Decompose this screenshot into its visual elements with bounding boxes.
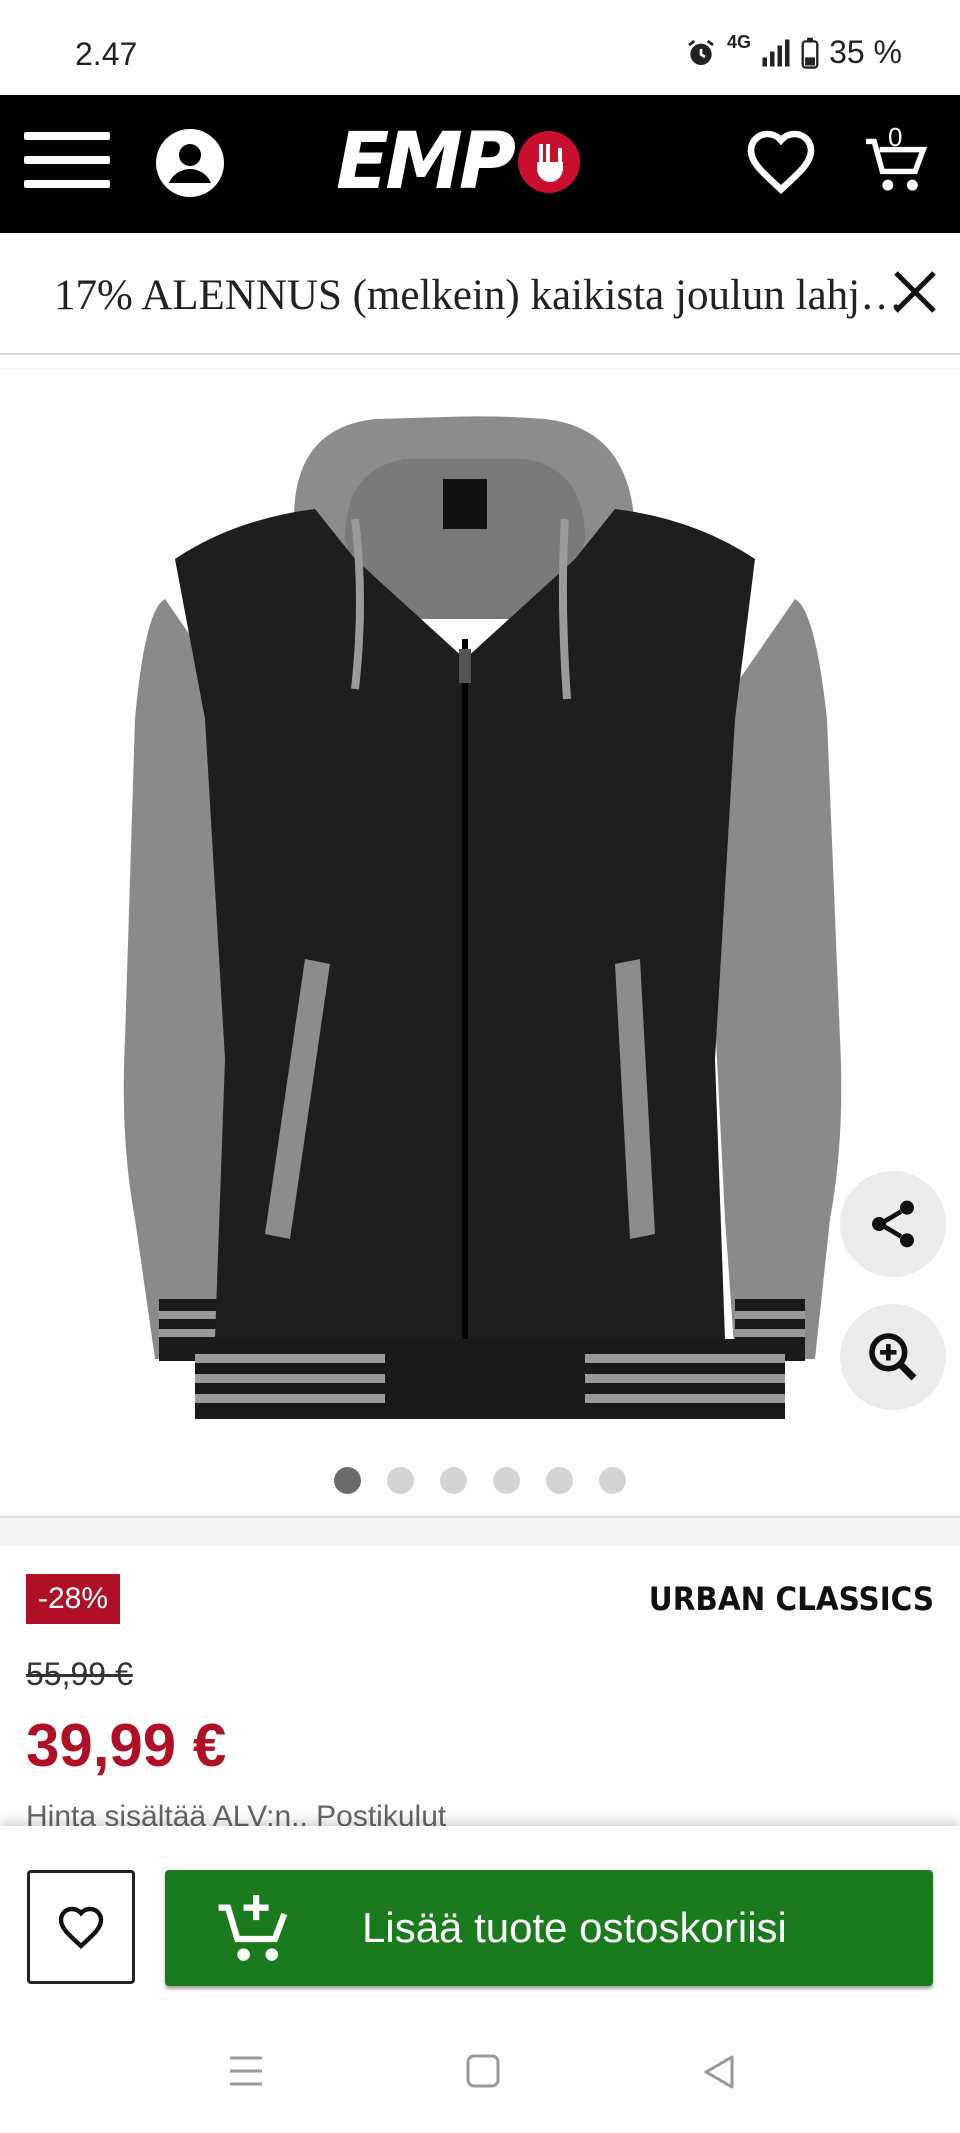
status-bar: 2.47 4G 35 % <box>0 0 960 95</box>
heart-icon <box>58 1906 104 1949</box>
close-icon[interactable] <box>892 269 938 320</box>
brand-logo[interactable]: URBAN CLASSICS <box>649 1580 934 1618</box>
gallery-dot[interactable] <box>334 1467 361 1494</box>
battery-icon <box>801 37 819 69</box>
old-price: 55,99 € <box>26 1656 133 1692</box>
nav-recents-icon[interactable] <box>228 2054 264 2088</box>
gallery-dot[interactable] <box>387 1467 414 1494</box>
add-to-cart-button[interactable]: Lisää tuote ostoskoriisi <box>165 1870 933 1986</box>
vat-info: Hinta sisältää ALV:n., Postikulut <box>26 1800 447 1826</box>
add-to-cart-label: Lisää tuote ostoskoriisi <box>362 1904 787 1951</box>
wishlist-heart-icon[interactable] <box>745 128 817 194</box>
add-to-cart-icon <box>218 1895 288 1961</box>
product-image[interactable] <box>115 399 845 1439</box>
zoom-button[interactable] <box>840 1304 946 1410</box>
add-to-cart-bar: Lisää tuote ostoskoriisi <box>0 1826 960 2016</box>
product-info: -28% URBAN CLASSICS 55,99 € 39,99 € Hint… <box>0 1546 960 1826</box>
promo-banner[interactable]: 17% ALENNUS (melkein) kaikista joulun la… <box>0 233 960 355</box>
gallery-pagination <box>0 1467 960 1494</box>
status-time: 2.47 <box>75 36 138 72</box>
battery-level: 35 % <box>829 34 902 70</box>
alarm-icon <box>688 39 714 65</box>
product-gallery[interactable] <box>0 368 960 1517</box>
menu-icon[interactable] <box>22 128 112 192</box>
signal-icon <box>762 39 790 66</box>
current-price: 39,99 € <box>26 1712 227 1779</box>
account-icon[interactable] <box>155 128 225 198</box>
nav-back-icon[interactable] <box>702 2054 736 2090</box>
system-nav-bar <box>0 2016 960 2133</box>
site-logo[interactable]: EMP <box>336 117 581 207</box>
section-divider <box>0 1516 960 1546</box>
gallery-dot[interactable] <box>546 1467 573 1494</box>
zoom-in-icon <box>869 1333 917 1381</box>
share-icon <box>872 1200 914 1248</box>
add-to-wishlist-button[interactable] <box>27 1870 135 1984</box>
gallery-dot[interactable] <box>599 1467 626 1494</box>
gallery-dot[interactable] <box>440 1467 467 1494</box>
status-icons: 4G 35 % <box>685 32 902 71</box>
network-indicator: 4G <box>727 32 752 52</box>
nav-home-icon[interactable] <box>466 2054 500 2088</box>
promo-text: 17% ALENNUS (melkein) kaikista joulun la… <box>54 272 904 319</box>
gallery-dot[interactable] <box>493 1467 520 1494</box>
logo-text: EMP <box>336 117 516 207</box>
discount-badge: -28% <box>26 1574 121 1624</box>
logo-horns-icon <box>518 131 581 193</box>
cart-count: 0 <box>888 122 903 152</box>
share-button[interactable] <box>840 1171 946 1277</box>
